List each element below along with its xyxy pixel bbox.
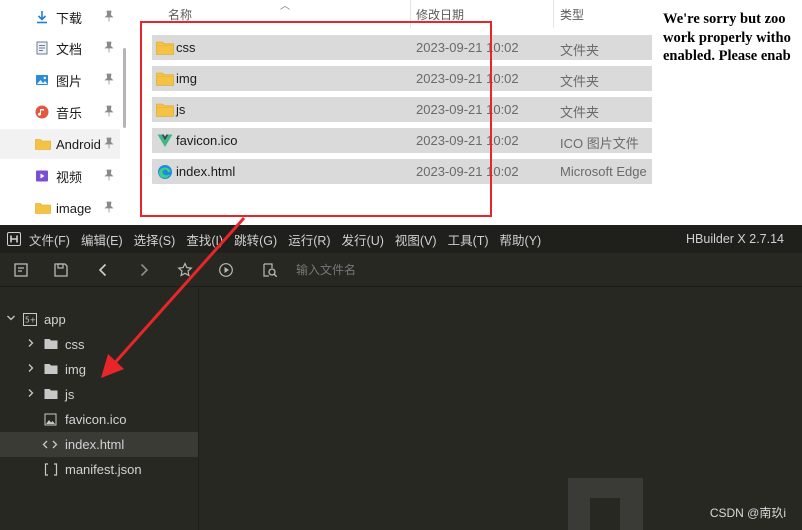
menu-edit[interactable]: 编辑(E) [81, 230, 123, 249]
json-file-icon [43, 463, 58, 476]
pin-icon[interactable] [103, 201, 115, 216]
file-search-input[interactable] [290, 259, 490, 281]
hbuilder-window: 文件(F) 编辑(E) 选择(S) 查找(I) 跳转(G) 运行(R) 发行(U… [0, 225, 802, 530]
file-type: Microsoft Edge [560, 164, 647, 179]
annotation-highlight-box [140, 21, 492, 217]
file-type: 文件夹 [560, 74, 600, 89]
quick-access-label: 文档 [56, 41, 83, 57]
chevron-right-icon[interactable] [26, 361, 36, 378]
tree-label: index.html [65, 437, 125, 452]
tree-label: app [44, 312, 66, 327]
quick-access-item-music[interactable]: 音乐 [0, 97, 120, 127]
menu-tools[interactable]: 工具(T) [448, 230, 489, 249]
toolbar [0, 253, 802, 287]
pin-icon[interactable] [103, 169, 115, 184]
image-file-icon [44, 413, 58, 426]
chevron-down-icon[interactable] [6, 311, 16, 328]
tree-item-manifest[interactable]: manifest.json [0, 457, 198, 482]
folder-icon [35, 137, 51, 151]
file-type: ICO 图片文件 [560, 136, 639, 151]
menu-find[interactable]: 查找(I) [186, 230, 223, 249]
pin-icon[interactable] [103, 41, 115, 56]
noscript-line: enabled. Please enab [663, 48, 791, 64]
menu-file[interactable]: 文件(F) [29, 230, 70, 249]
favorite-star-icon[interactable] [177, 262, 193, 278]
tree-label: favicon.ico [65, 412, 127, 427]
uniapp-project-icon: 5+ [23, 313, 37, 326]
app-version: HBuilder X 2.7.14 [686, 232, 784, 246]
menu-publish[interactable]: 发行(U) [342, 230, 384, 249]
tree-item-index-html[interactable]: index.html [0, 432, 198, 457]
noscript-line: We're sorry but zoo [663, 11, 786, 27]
quick-access-label: 下载 [56, 10, 83, 26]
menu-run[interactable]: 运行(R) [288, 230, 330, 249]
project-tree: 5+ app css img js favicon.ico index.html… [0, 288, 199, 530]
file-type: 文件夹 [560, 105, 600, 120]
column-divider[interactable] [553, 0, 554, 28]
back-icon[interactable] [95, 262, 111, 278]
folder-icon [35, 201, 51, 215]
watermark-notch [590, 498, 620, 530]
quick-access-label: image [56, 200, 92, 216]
file-type: 文件夹 [560, 43, 600, 58]
new-file-icon[interactable] [13, 262, 29, 278]
pin-icon[interactable] [103, 73, 115, 88]
quick-access-label: Android [56, 136, 101, 152]
pictures-icon [35, 73, 49, 87]
pin-icon[interactable] [103, 105, 115, 120]
pin-icon[interactable] [103, 137, 115, 152]
editor-area[interactable]: CSDN @南玖i [200, 288, 802, 530]
search-file-icon[interactable] [262, 262, 278, 278]
column-header-type[interactable]: 类型 [560, 0, 584, 28]
tree-label: css [65, 337, 85, 352]
chevron-right-icon[interactable] [26, 336, 36, 353]
menu-select[interactable]: 选择(S) [134, 230, 176, 249]
tree-item-app[interactable]: 5+ app [0, 307, 198, 332]
quick-access-item-android[interactable]: Android [0, 129, 120, 159]
menu-bar: 文件(F) 编辑(E) 选择(S) 查找(I) 跳转(G) 运行(R) 发行(U… [0, 225, 802, 253]
folder-icon [44, 363, 58, 376]
save-icon[interactable] [53, 262, 69, 278]
music-icon [35, 105, 49, 119]
quick-access-item-image[interactable]: image [0, 193, 120, 223]
html-file-icon [42, 438, 58, 451]
folder-icon [44, 338, 58, 351]
video-icon [35, 169, 49, 183]
pin-icon[interactable] [103, 10, 115, 25]
menu-view[interactable]: 视图(V) [395, 230, 437, 249]
file-explorer-window: 下载 文档 图片 音乐 Android 视频 image 名称 ︿ 修改日期 类… [0, 0, 655, 225]
tree-label: manifest.json [65, 462, 142, 477]
quick-access-item-downloads[interactable]: 下载 [0, 2, 120, 32]
tree-item-js[interactable]: js [0, 382, 198, 407]
csdn-watermark: CSDN @南玖i [709, 506, 786, 520]
quick-access-scrollbar[interactable] [123, 48, 126, 128]
hbuilder-watermark-logo [568, 478, 643, 530]
sort-ascending-icon: ︿ [280, 1, 290, 12]
quick-access-panel: 下载 文档 图片 音乐 Android 视频 image [0, 0, 120, 225]
tree-item-img[interactable]: img [0, 357, 198, 382]
run-icon[interactable] [218, 262, 234, 278]
menu-help[interactable]: 帮助(Y) [500, 230, 542, 249]
quick-access-label: 图片 [56, 73, 83, 89]
tree-item-css[interactable]: css [0, 332, 198, 357]
menu-goto[interactable]: 跳转(G) [234, 230, 277, 249]
noscript-message: We're sorry but zoo work properly witho … [663, 10, 802, 70]
tree-label: js [65, 387, 75, 402]
quick-access-item-pictures[interactable]: 图片 [0, 65, 120, 95]
quick-access-item-documents[interactable]: 文档 [0, 33, 120, 63]
forward-icon[interactable] [136, 262, 152, 278]
tree-item-favicon[interactable]: favicon.ico [0, 407, 198, 432]
svg-text:5+: 5+ [25, 316, 36, 325]
noscript-line: work properly witho [663, 29, 791, 46]
chevron-right-icon[interactable] [26, 386, 36, 403]
document-icon [35, 41, 49, 55]
quick-access-label: 音乐 [56, 105, 83, 121]
quick-access-label: 视频 [56, 169, 83, 185]
hbuilder-logo-icon [7, 232, 21, 246]
folder-icon [44, 388, 58, 401]
download-icon [35, 10, 49, 24]
tree-label: img [65, 362, 86, 377]
quick-access-item-videos[interactable]: 视频 [0, 161, 120, 191]
